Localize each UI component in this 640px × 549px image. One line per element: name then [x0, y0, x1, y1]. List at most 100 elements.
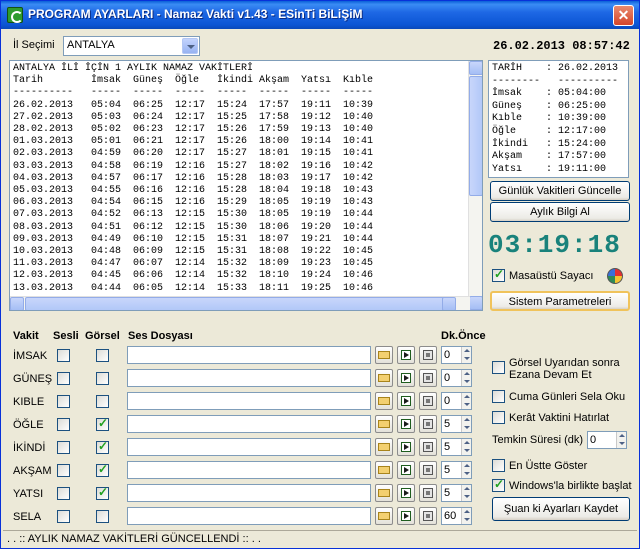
settings-color-icon[interactable]	[607, 268, 623, 284]
browse-button[interactable]	[375, 461, 393, 479]
update-daily-button[interactable]: Günlük Vakitleri Güncelle	[490, 181, 630, 201]
monthly-row: 03.03.2013 04:58 06:19 12:16 15:27 18:02…	[13, 160, 374, 172]
sound-file-field[interactable]	[127, 507, 371, 525]
gorsel-checkbox[interactable]	[96, 416, 109, 431]
stop-button[interactable]	[419, 438, 437, 456]
gorsel-checkbox[interactable]	[96, 510, 109, 523]
monthly-times-textbox[interactable]: ANTALYA İLİ İÇİN 1 AYLIK NAMAZ VAKİTLERİ…	[9, 60, 483, 311]
today-times-textbox[interactable]: TARİH : 26.02.2013 -------- ---------- İms…	[488, 60, 629, 178]
play-button[interactable]	[397, 369, 415, 387]
gorsel-checkbox[interactable]	[96, 439, 109, 454]
spinner-arrows-icon[interactable]	[461, 508, 471, 524]
close-button[interactable]: ✕	[613, 5, 634, 26]
monthly-horizontal-scrollbar[interactable]	[10, 296, 470, 310]
start-with-windows-checkbox[interactable]	[492, 477, 505, 492]
gorsel-checkbox[interactable]	[96, 349, 109, 362]
play-icon	[401, 465, 411, 475]
play-button[interactable]	[397, 461, 415, 479]
scroll-thumb[interactable]	[25, 297, 455, 310]
browse-button[interactable]	[375, 438, 393, 456]
chevron-down-icon[interactable]	[182, 38, 198, 54]
save-settings-button[interactable]: Şuan ki Ayarları Kaydet	[492, 497, 630, 521]
monthly-info-button[interactable]: Aylık Bilgi Al	[490, 202, 630, 222]
vakit-name: GÜNEŞ	[13, 373, 53, 385]
spinner-arrows-icon[interactable]	[616, 432, 626, 448]
stop-button[interactable]	[419, 461, 437, 479]
gorsel-checkbox[interactable]	[96, 462, 109, 477]
sound-file-field[interactable]	[127, 346, 371, 364]
minutes-before-spinner[interactable]: 60	[441, 507, 472, 525]
update-daily-label: Günlük Vakitleri Güncelle	[498, 185, 622, 197]
spinner-arrows-icon[interactable]	[461, 439, 471, 455]
sesli-checkbox[interactable]	[57, 349, 70, 362]
play-button[interactable]	[397, 346, 415, 364]
stop-button[interactable]	[419, 346, 437, 364]
sesli-checkbox[interactable]	[57, 441, 70, 454]
browse-button[interactable]	[375, 346, 393, 364]
browse-button[interactable]	[375, 415, 393, 433]
minutes-before-value: 5	[444, 487, 451, 499]
spinner-arrows-icon[interactable]	[461, 485, 471, 501]
gorsel-checkbox[interactable]	[96, 395, 109, 408]
play-button[interactable]	[397, 415, 415, 433]
sesli-checkbox[interactable]	[57, 510, 70, 523]
minutes-before-spinner[interactable]: 5	[441, 484, 472, 502]
temkin-spinner[interactable]: 0	[587, 431, 627, 449]
play-button[interactable]	[397, 507, 415, 525]
always-on-top-checkbox[interactable]	[492, 459, 505, 472]
desktop-counter-checkbox[interactable]	[492, 267, 505, 282]
minutes-before-spinner[interactable]: 0	[441, 392, 472, 410]
monthly-heading: ANTALYA İLİ İÇİN 1 AYLIK NAMAZ VAKİTLERİ	[13, 63, 254, 74]
sound-file-field[interactable]	[127, 461, 371, 479]
minutes-before-spinner[interactable]: 5	[441, 415, 472, 433]
minutes-before-spinner[interactable]: 5	[441, 438, 472, 456]
spinner-arrows-icon[interactable]	[461, 370, 471, 386]
sesli-checkbox[interactable]	[57, 395, 70, 408]
stop-button[interactable]	[419, 507, 437, 525]
scroll-thumb[interactable]	[469, 76, 482, 196]
stop-button[interactable]	[419, 484, 437, 502]
play-button[interactable]	[397, 392, 415, 410]
sesli-checkbox[interactable]	[57, 464, 70, 477]
browse-button[interactable]	[375, 392, 393, 410]
scroll-right-icon[interactable]	[442, 297, 456, 310]
sound-file-field[interactable]	[127, 369, 371, 387]
spinner-arrows-icon[interactable]	[461, 462, 471, 478]
friday-sela-checkbox[interactable]	[492, 390, 505, 403]
title-bar[interactable]: PROGRAM AYARLARI - Namaz Vakti v1.43 - E…	[1, 1, 639, 29]
browse-button[interactable]	[375, 369, 393, 387]
monthly-vertical-scrollbar[interactable]	[468, 61, 482, 310]
sesli-checkbox[interactable]	[57, 487, 70, 500]
stop-button[interactable]	[419, 392, 437, 410]
scroll-up-icon[interactable]	[469, 61, 482, 75]
visual-warning-checkbox[interactable]	[492, 361, 505, 374]
gorsel-checkbox[interactable]	[96, 372, 109, 385]
temkin-value: 0	[590, 434, 597, 446]
minutes-before-spinner[interactable]: 0	[441, 346, 472, 364]
scroll-left-icon[interactable]	[10, 297, 24, 310]
spinner-arrows-icon[interactable]	[461, 347, 471, 363]
monthly-row: 06.03.2013 04:54 06:15 12:16 15:29 18:05…	[13, 197, 374, 209]
play-button[interactable]	[397, 484, 415, 502]
stop-button[interactable]	[419, 415, 437, 433]
sound-file-field[interactable]	[127, 392, 371, 410]
monthly-info-label: Aylık Bilgi Al	[530, 206, 590, 218]
system-params-button[interactable]: Sistem Parametreleri	[490, 291, 630, 311]
browse-button[interactable]	[375, 484, 393, 502]
scroll-down-icon[interactable]	[469, 296, 482, 310]
sesli-checkbox[interactable]	[57, 418, 70, 431]
city-select[interactable]: ANTALYA	[63, 36, 200, 56]
minutes-before-spinner[interactable]: 0	[441, 369, 472, 387]
browse-button[interactable]	[375, 507, 393, 525]
spinner-arrows-icon[interactable]	[461, 416, 471, 432]
minutes-before-spinner[interactable]: 5	[441, 461, 472, 479]
sound-file-field[interactable]	[127, 438, 371, 456]
kerat-checkbox[interactable]	[492, 411, 505, 424]
sound-file-field[interactable]	[127, 484, 371, 502]
stop-button[interactable]	[419, 369, 437, 387]
sound-file-field[interactable]	[127, 415, 371, 433]
spinner-arrows-icon[interactable]	[461, 393, 471, 409]
gorsel-checkbox[interactable]	[96, 485, 109, 500]
sesli-checkbox[interactable]	[57, 372, 70, 385]
play-button[interactable]	[397, 438, 415, 456]
